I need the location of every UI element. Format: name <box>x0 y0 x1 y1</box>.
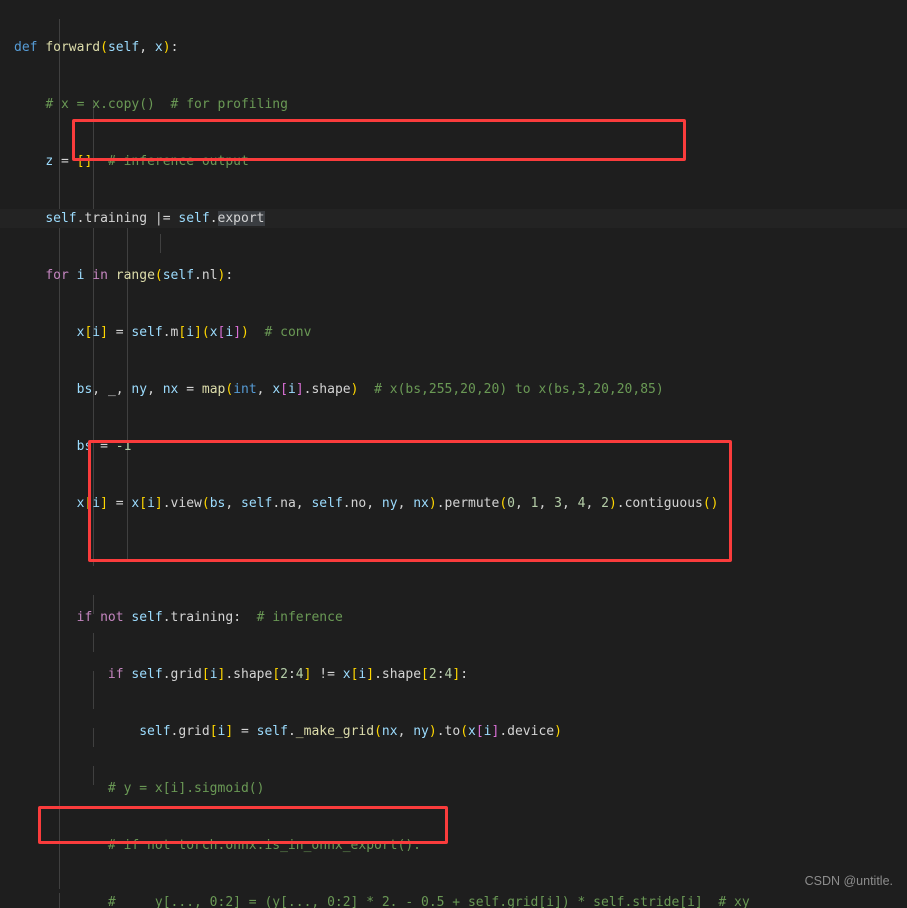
code-line[interactable]: def forward(self, x): <box>0 38 907 57</box>
code-line[interactable]: x[i] = x[i].view(bs, self.na, self.no, n… <box>0 494 907 513</box>
csdn-watermark: CSDN @untitle. <box>804 874 893 888</box>
code-line[interactable]: for i in range(self.nl): <box>0 266 907 285</box>
code-line[interactable]: x[i] = self.m[i](x[i]) # conv <box>0 323 907 342</box>
code-line[interactable]: z = [] # inference output <box>0 152 907 171</box>
source-code[interactable]: def forward(self, x): # x = x.copy() # f… <box>0 0 907 908</box>
code-editor-pane[interactable]: def forward(self, x): # x = x.copy() # f… <box>0 0 907 908</box>
code-line[interactable]: if self.grid[i].shape[2:4] != x[i].shape… <box>0 665 907 684</box>
code-line[interactable]: self.grid[i] = self._make_grid(nx, ny).t… <box>0 722 907 741</box>
code-line[interactable]: # if not torch.onnx.is_in_onnx_export(): <box>0 836 907 855</box>
code-line[interactable]: # y[..., 0:2] = (y[..., 0:2] * 2. - 0.5 … <box>0 893 907 908</box>
code-line[interactable]: if not self.training: # inference <box>0 608 907 627</box>
code-line[interactable]: bs = -1 <box>0 437 907 456</box>
code-line[interactable]: # x = x.copy() # for profiling <box>0 95 907 114</box>
code-line[interactable]: self.training |= self.export <box>0 209 907 228</box>
code-line[interactable]: bs, _, ny, nx = map(int, x[i].shape) # x… <box>0 380 907 399</box>
code-line[interactable]: # y = x[i].sigmoid() <box>0 779 907 798</box>
